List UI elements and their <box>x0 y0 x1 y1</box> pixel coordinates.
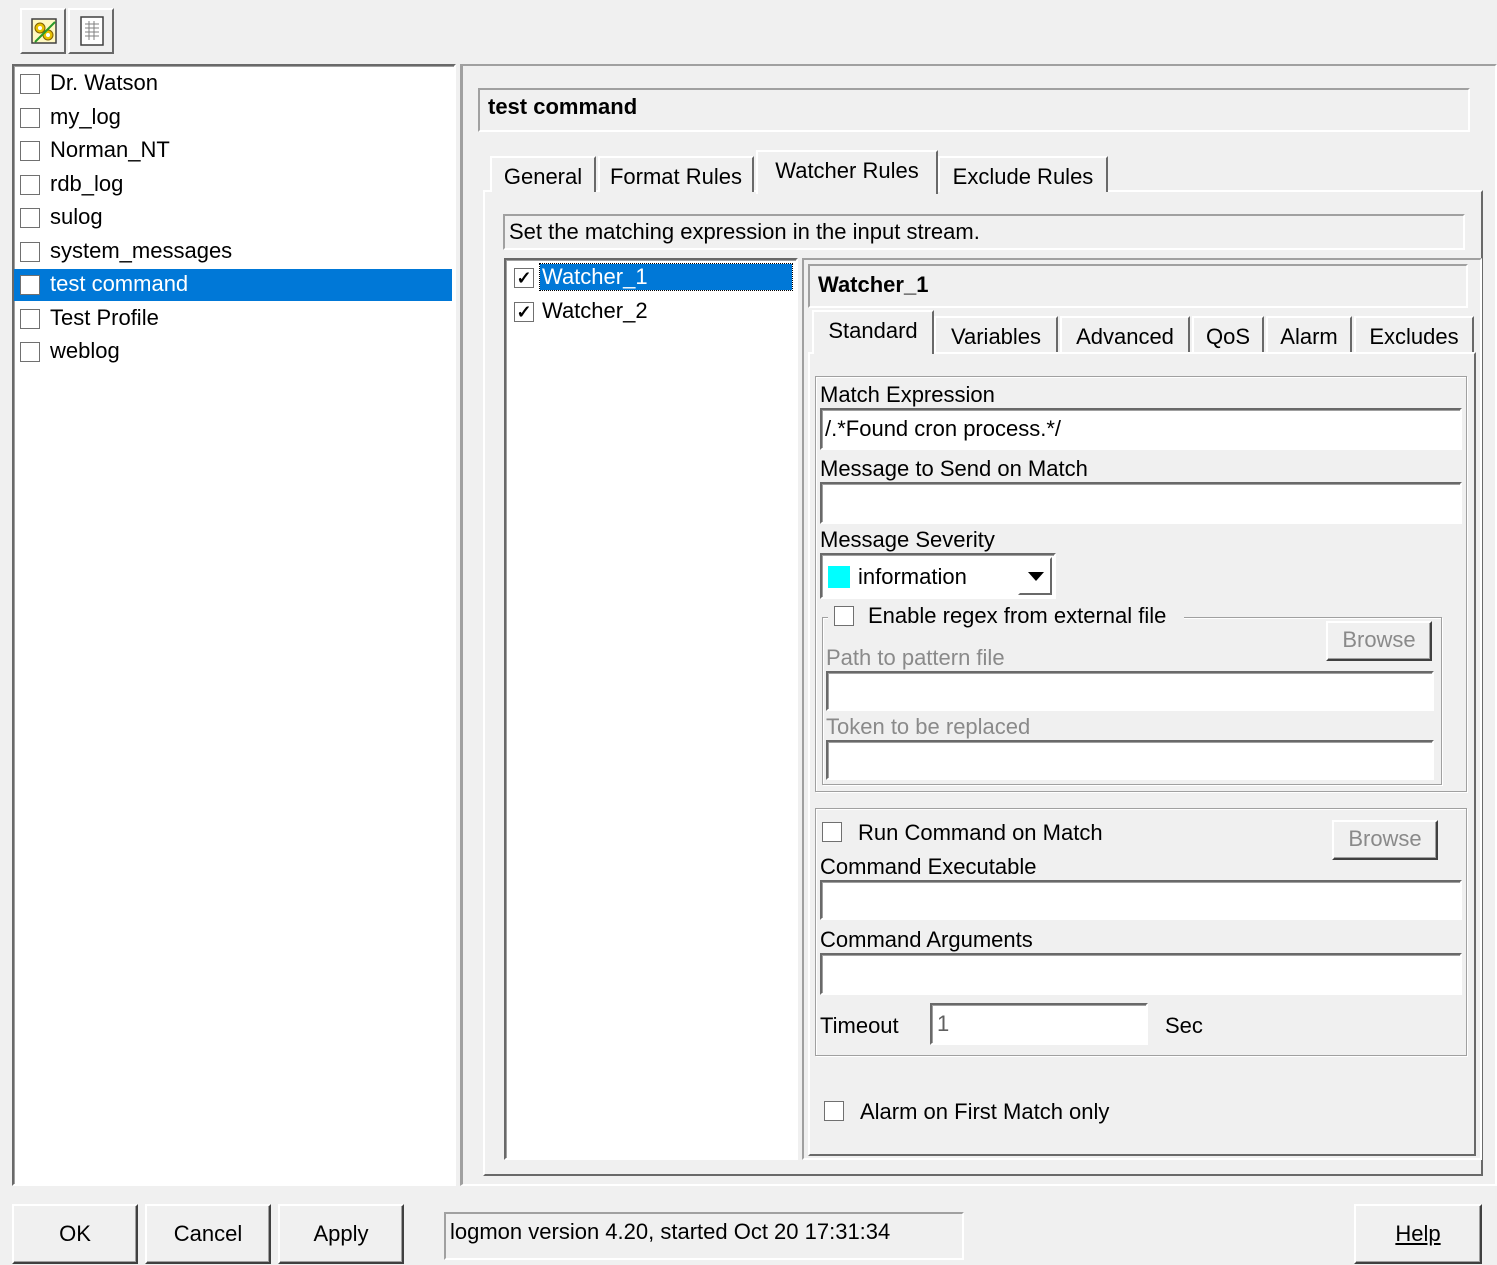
severity-color-swatch <box>828 566 850 588</box>
command-browse-button[interactable]: Browse <box>1332 820 1438 860</box>
tab-exclude-rules[interactable]: Exclude Rules <box>938 156 1108 192</box>
command-exec-input[interactable] <box>820 880 1462 920</box>
profile-checkbox[interactable] <box>20 342 40 362</box>
regex-label: Enable regex from external file <box>868 603 1167 628</box>
watcher-title: Watcher_1 <box>808 264 1468 308</box>
profile-title: test command <box>478 88 1470 132</box>
profile-item[interactable]: system_messages <box>14 236 452 268</box>
watcher-label: Watcher_1 <box>539 263 793 291</box>
severity-dropdown-button[interactable] <box>1018 557 1052 595</box>
new-profile-button[interactable] <box>20 8 66 54</box>
profile-checkbox[interactable] <box>20 141 40 161</box>
match-expression-label: Match Expression <box>820 382 995 407</box>
profile-checkbox[interactable] <box>20 241 40 262</box>
watcher-list[interactable]: ✓ Watcher_1 ✓ Watcher_2 <box>504 258 798 1160</box>
command-args-label: Command Arguments <box>820 927 1033 952</box>
chevron-down-icon <box>1028 572 1044 581</box>
profile-label: sulog <box>50 204 103 229</box>
path-label: Path to pattern file <box>826 645 1005 670</box>
profile-item[interactable]: ✓ test command <box>14 269 452 301</box>
profile-item[interactable]: Test Profile <box>14 303 452 335</box>
tab-general[interactable]: General <box>490 156 596 192</box>
watcher-label: Watcher_2 <box>542 298 648 323</box>
profile-item[interactable]: weblog <box>14 336 452 368</box>
profile-checkbox[interactable]: ✓ <box>20 275 40 295</box>
alarm-first-checkbox[interactable] <box>824 1101 844 1121</box>
watcher-item[interactable]: ✓ Watcher_2 <box>506 296 794 328</box>
severity-label: Message Severity <box>820 527 995 552</box>
watcher-item[interactable]: ✓ Watcher_1 <box>506 262 794 294</box>
profile-item[interactable]: rdb_log <box>14 169 452 201</box>
profile-checkbox[interactable] <box>20 308 40 329</box>
profile-checkbox[interactable] <box>20 107 40 128</box>
command-args-input[interactable] <box>820 953 1462 995</box>
profile-label: Norman_NT <box>50 137 170 162</box>
watcher-checkbox[interactable]: ✓ <box>514 302 534 322</box>
token-input[interactable] <box>826 740 1434 780</box>
properties-button[interactable] <box>68 8 114 54</box>
run-command-checkbox[interactable] <box>822 822 842 842</box>
profile-checkbox[interactable] <box>20 74 40 94</box>
tab-excludes[interactable]: Excludes <box>1354 316 1474 352</box>
match-expression-input[interactable]: /.*Found cron process.*/ <box>820 408 1462 450</box>
tab-standard[interactable]: Standard <box>812 310 934 354</box>
properties-icon <box>78 15 108 47</box>
tab-variables[interactable]: Variables <box>934 316 1058 352</box>
ok-button[interactable]: OK <box>12 1204 138 1264</box>
profile-item[interactable]: Norman_NT <box>14 135 452 167</box>
profile-label: test command <box>50 271 189 296</box>
timeout-input[interactable]: 1 <box>930 1003 1148 1045</box>
profile-label: my_log <box>50 103 121 129</box>
message-label: Message to Send on Match <box>820 456 1088 481</box>
tab-qos[interactable]: QoS <box>1192 316 1264 352</box>
profile-label: system_messages <box>50 237 233 263</box>
watcher-checkbox[interactable]: ✓ <box>514 268 534 288</box>
regex-checkbox[interactable] <box>834 606 854 626</box>
new-profile-icon <box>29 16 59 46</box>
run-command-label: Run Command on Match <box>858 820 1103 845</box>
timeout-unit: Sec <box>1165 1013 1203 1038</box>
timeout-label: Timeout <box>820 1013 899 1038</box>
severity-select[interactable]: information <box>820 553 1056 599</box>
profile-list[interactable]: Dr. Watson my_log Norman_NT rdb_logsulog sys… <box>12 64 456 1186</box>
profile-checkbox[interactable] <box>20 208 40 228</box>
command-exec-label: Command Executable <box>820 854 1037 879</box>
regex-browse-button[interactable]: Browse <box>1326 621 1432 661</box>
path-input[interactable] <box>826 671 1434 711</box>
message-input[interactable] <box>820 482 1462 524</box>
profile-checkbox[interactable] <box>20 174 40 195</box>
tab-alarm[interactable]: Alarm <box>1266 316 1352 352</box>
apply-button[interactable]: Apply <box>278 1204 404 1264</box>
help-button[interactable]: Help <box>1354 1204 1482 1264</box>
alarm-first-label: Alarm on First Match only <box>860 1099 1110 1124</box>
profile-label: Dr. Watson <box>50 70 158 95</box>
tab-watcher-rules[interactable]: Watcher Rules <box>756 150 938 194</box>
profile-item[interactable]: my_log <box>14 102 452 134</box>
profile-label: weblog <box>50 338 120 363</box>
tab-format-rules[interactable]: Format Rules <box>598 156 754 192</box>
status-bar: logmon version 4.20, started Oct 20 17:3… <box>444 1212 964 1260</box>
tab-advanced[interactable]: Advanced <box>1060 316 1190 352</box>
cancel-button[interactable]: Cancel <box>145 1204 271 1264</box>
profile-label: rdb_log <box>50 170 124 196</box>
watcher-hint: Set the matching expression in the input… <box>503 214 1465 250</box>
profile-label: Test Profile <box>50 304 159 330</box>
profile-item[interactable]: sulog <box>14 202 452 234</box>
token-label: Token to be replaced <box>826 714 1031 739</box>
profile-item[interactable]: Dr. Watson <box>14 68 452 100</box>
